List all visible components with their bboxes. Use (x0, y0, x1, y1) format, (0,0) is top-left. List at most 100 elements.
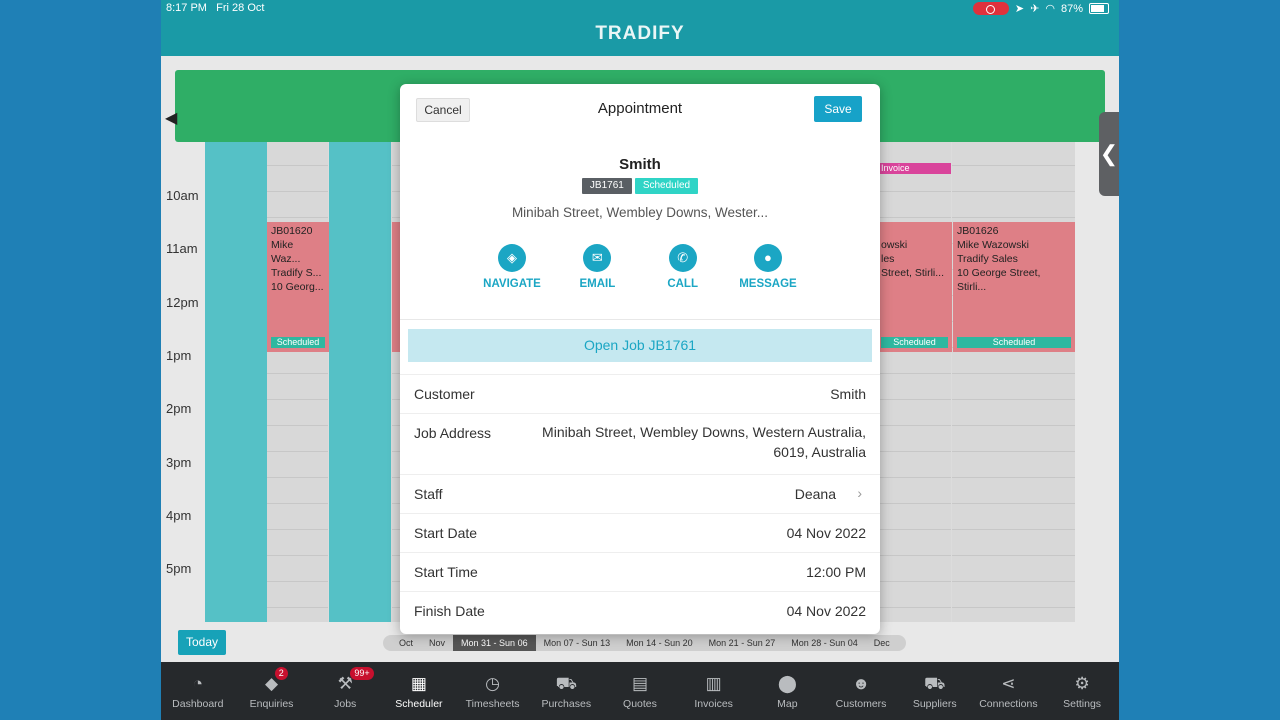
job-status-tag: Scheduled (271, 337, 325, 348)
message-icon: ● (753, 244, 782, 272)
job-status-tag: Scheduled (881, 337, 948, 348)
save-button[interactable]: Save (814, 96, 862, 122)
tab-quotes[interactable]: ▤ Quotes (603, 662, 677, 720)
tab-connections[interactable]: ⋖ Connections (972, 662, 1046, 720)
airplane-icon: ✈ (1030, 3, 1040, 15)
hour-label: 10am (166, 188, 199, 203)
week-selected[interactable]: Mon 31 - Sun 06 (453, 635, 536, 651)
appointment-modal: Appointment Cancel Save Smith JB1761 Sch… (400, 84, 880, 634)
navigate-icon: ◈ (498, 244, 526, 272)
status-time: 8:17 PM Fri 28 Oct (166, 2, 265, 14)
status-bar: 8:17 PM Fri 28 Oct ➤ ✈ ◠ 87% (161, 0, 1119, 18)
week-option[interactable]: Mon 21 - Sun 27 (701, 635, 784, 651)
status-badge: Scheduled (634, 178, 699, 194)
hour-label: 4pm (166, 508, 192, 523)
navigate-button[interactable]: ◈ NAVIGATE (470, 244, 554, 290)
side-panel-toggle[interactable]: ❮ (1099, 112, 1119, 196)
day-column[interactable] (952, 140, 1075, 622)
divider (400, 319, 880, 320)
people-icon: ☻ (852, 674, 870, 693)
tab-purchases[interactable]: ⛟ Purchases (529, 662, 603, 720)
invoice-tag[interactable]: Invoice (877, 163, 951, 174)
email-button[interactable]: ✉ EMAIL (555, 244, 639, 290)
job-code: JB01626 (957, 225, 999, 237)
letterbox-right (1120, 0, 1280, 720)
hour-label: 3pm (166, 455, 192, 470)
hour-label: 5pm (166, 561, 192, 576)
clock-icon: ◷ (485, 674, 501, 693)
location-icon: ➤ (1014, 3, 1025, 15)
open-job-button[interactable]: Open Job JB1761 (408, 329, 872, 362)
hour-label: 2pm (166, 401, 192, 416)
dashboard-icon: ◔ (192, 674, 203, 693)
job-company: Tradify Sales (957, 253, 1018, 265)
app-header: TRADIFY (161, 18, 1119, 56)
day-column-off (205, 140, 267, 622)
hour-label: 11am (166, 241, 198, 256)
cancel-button[interactable]: Cancel (416, 98, 470, 122)
enquiries-badge: 2 (274, 667, 288, 680)
day-column[interactable] (267, 140, 328, 622)
month-oct[interactable]: Oct (391, 635, 421, 651)
details-list: Customer Smith Job Address Minibah Stree… (400, 374, 880, 630)
record-icon (972, 2, 1009, 15)
week-option[interactable]: Mon 07 - Sun 13 (536, 635, 619, 651)
job-status-tag: Scheduled (957, 337, 1071, 348)
tab-map[interactable]: ⬤ Map (751, 662, 825, 720)
invoice-icon: ▥ (705, 674, 722, 693)
job-card[interactable]: owski les Street, Stirli... Scheduled (877, 222, 952, 352)
week-option[interactable]: Mon 14 - Sun 20 (618, 635, 701, 651)
address-row: Job Address Minibah Street, Wembley Down… (400, 413, 880, 474)
job-address: 10 Georg... (271, 281, 324, 293)
battery-icon (1089, 3, 1109, 14)
job-address: 10 George Street, Stirli... (957, 267, 1041, 293)
day-column-off (329, 140, 391, 622)
hour-label: 12pm (166, 295, 199, 310)
tags-icon: ◆ (264, 674, 279, 693)
week-selector[interactable]: Oct Nov Mon 31 - Sun 06 Mon 07 - Sun 13 … (383, 635, 906, 651)
job-company: les (881, 253, 895, 265)
customer-name: Smith (619, 156, 661, 173)
start-time-row[interactable]: Start Time 12:00 PM (400, 552, 880, 591)
calculator-icon: ▤ (631, 674, 648, 693)
tab-invoices[interactable]: ▥ Invoices (677, 662, 751, 720)
battery-percent: 87% (1060, 2, 1083, 15)
start-date-row[interactable]: Start Date 04 Nov 2022 (400, 513, 880, 552)
phone-icon: ✆ (668, 244, 697, 272)
today-button[interactable]: Today (178, 630, 226, 655)
finish-date-row[interactable]: Finish Date 04 Nov 2022 (400, 591, 880, 630)
wifi-icon: ◠ (1045, 3, 1055, 15)
badge-row: JB1761 Scheduled (400, 178, 880, 194)
tab-enquiries[interactable]: ◆ 2 Enquiries (235, 662, 309, 720)
back-arrow-icon[interactable]: ◀ (165, 108, 177, 128)
job-number-badge: JB1761 (581, 178, 632, 194)
job-card[interactable]: JB01620 Mike Waz... Tradify S... 10 Geor… (267, 222, 329, 352)
job-code: JB01620 (271, 225, 313, 237)
action-row: ◈ NAVIGATE ✉ EMAIL ✆ CALL ● MESSAGE (470, 244, 810, 290)
truck-icon: ⛟ (924, 674, 946, 693)
calendar-icon: ▦ (410, 674, 427, 693)
message-button[interactable]: ● MESSAGE (726, 244, 810, 290)
tab-dashboard[interactable]: ◔ Dashboard (161, 662, 235, 720)
tab-timesheets[interactable]: ◷ Timesheets (456, 662, 530, 720)
tab-scheduler[interactable]: ▦ Scheduler (382, 662, 456, 720)
tab-suppliers[interactable]: ⛟ Suppliers (898, 662, 972, 720)
job-client: Mike Waz... (271, 239, 301, 265)
job-client: owski (881, 239, 908, 251)
address-summary: Minibah Street, Wembley Downs, Wester... (511, 205, 769, 220)
week-option[interactable]: Mon 28 - Sun 04 (783, 635, 866, 651)
app-screen: 8:17 PM Fri 28 Oct ➤ ✈ ◠ 87% TRADIFY 10a… (161, 0, 1119, 720)
chevron-right-icon: › (857, 485, 862, 501)
job-client: Mike Wazowski (957, 239, 1029, 251)
call-button[interactable]: ✆ CALL (641, 244, 725, 290)
month-dec[interactable]: Dec (866, 635, 898, 651)
job-card[interactable]: JB01626 Mike Wazowski Tradify Sales 10 G… (953, 222, 1075, 352)
tab-settings[interactable]: ⚙ Settings (1045, 662, 1119, 720)
tab-customers[interactable]: ☻ Customers (824, 662, 898, 720)
month-nov[interactable]: Nov (421, 635, 453, 651)
gear-icon: ⚙ (1074, 674, 1090, 693)
tab-jobs[interactable]: ⚒ 99+ Jobs (308, 662, 382, 720)
day-column[interactable] (877, 140, 951, 622)
share-icon: ⋖ (1001, 674, 1016, 693)
staff-row[interactable]: Staff Deana › (400, 474, 880, 513)
